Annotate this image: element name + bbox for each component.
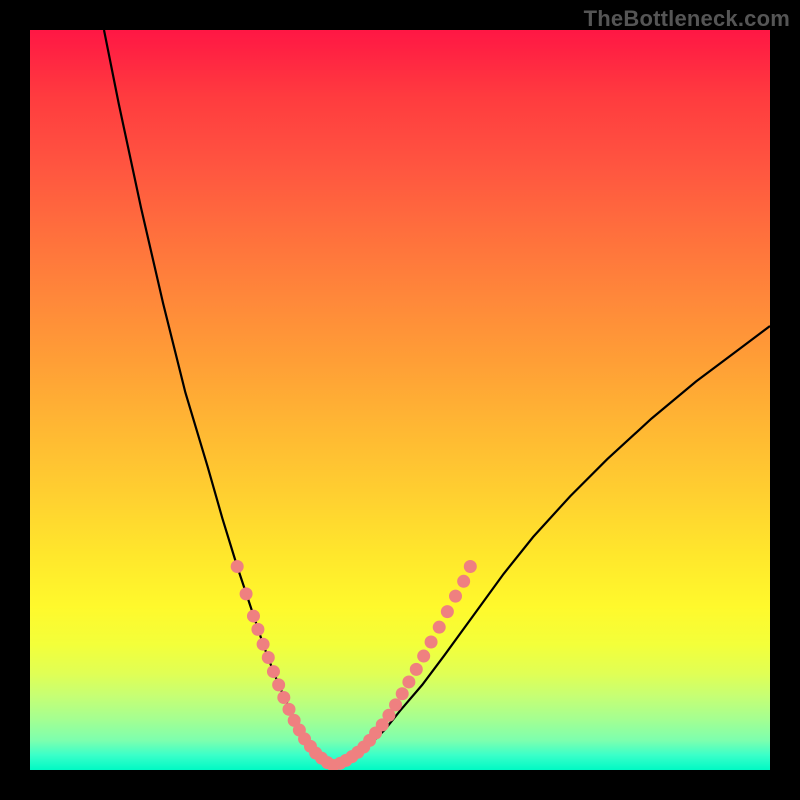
chart-stage: TheBottleneck.com: [0, 0, 800, 800]
data-marker: [240, 587, 253, 600]
data-marker: [257, 638, 270, 651]
data-marker: [441, 605, 454, 618]
data-marker: [402, 675, 415, 688]
data-marker: [283, 703, 296, 716]
data-marker: [396, 687, 409, 700]
data-marker: [464, 560, 477, 573]
data-marker: [272, 678, 285, 691]
curve-group: [104, 30, 770, 766]
data-marker: [389, 698, 402, 711]
data-marker: [425, 635, 438, 648]
data-marker: [262, 651, 275, 664]
data-marker: [417, 650, 430, 663]
curve-left-branch: [104, 30, 330, 766]
chart-svg: [30, 30, 770, 770]
data-marker: [277, 691, 290, 704]
data-marker: [433, 621, 446, 634]
marker-group: [231, 560, 477, 770]
data-marker: [231, 560, 244, 573]
watermark-label: TheBottleneck.com: [584, 6, 790, 32]
data-marker: [251, 623, 264, 636]
data-marker: [410, 663, 423, 676]
data-marker: [449, 590, 462, 603]
plot-area: [30, 30, 770, 770]
data-marker: [457, 575, 470, 588]
data-marker: [267, 665, 280, 678]
data-marker: [247, 610, 260, 623]
